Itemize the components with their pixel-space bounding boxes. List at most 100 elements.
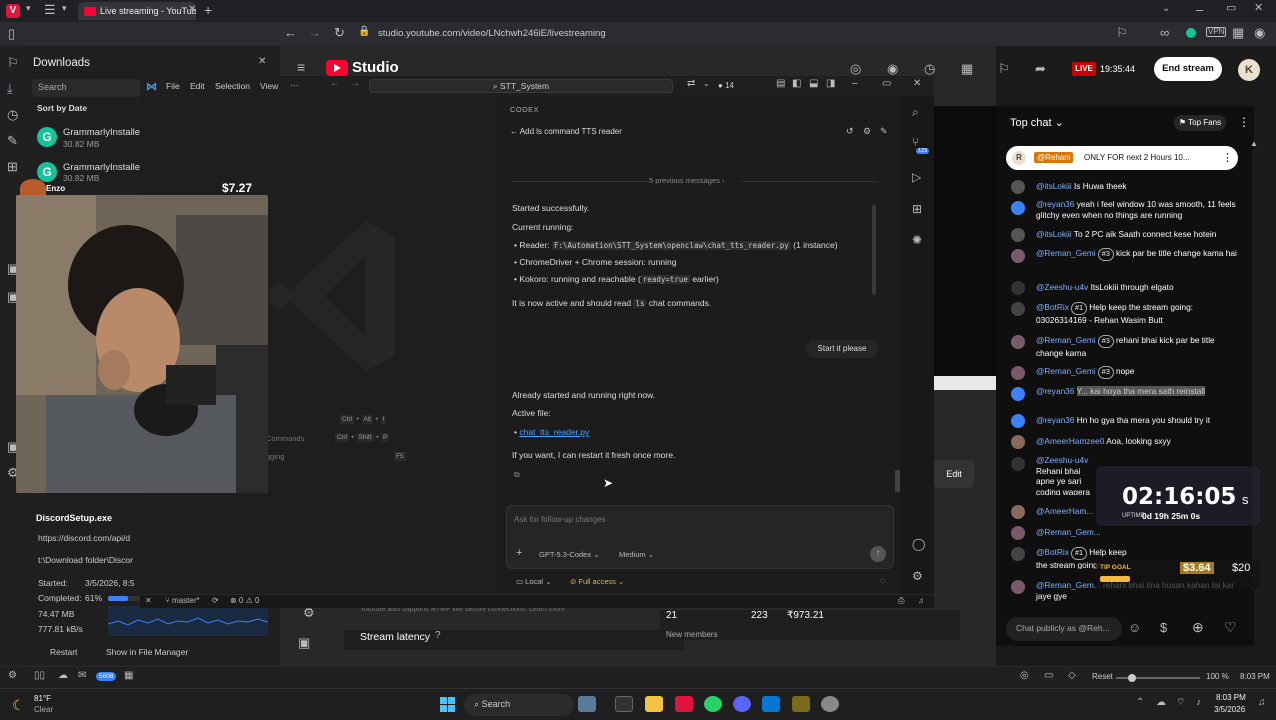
forward-icon[interactable]: →	[308, 26, 321, 39]
notification-count[interactable]: ● 14	[718, 81, 734, 90]
camera-icon[interactable]: ◎	[850, 62, 861, 75]
top-fans-button[interactable]: ⚑ Top Fans	[1174, 115, 1226, 131]
show-in-file-manager-button[interactable]: Show in File Manager	[106, 647, 188, 657]
capture-icon[interactable]: ◎	[1020, 671, 1029, 681]
profile-icon[interactable]: ◉	[1254, 26, 1265, 39]
scroll-up-icon[interactable]: ▲	[1250, 140, 1258, 148]
windows-start-icon[interactable]	[440, 697, 455, 712]
bookmarks-icon[interactable]: ⚐	[7, 56, 19, 69]
active-download-url[interactable]: https://discord.com/api/d	[38, 533, 138, 543]
edit-button[interactable]: Edit	[934, 460, 974, 488]
effort-selector[interactable]: Medium ⌄	[619, 550, 654, 559]
help-icon[interactable]: ?	[435, 631, 441, 641]
tab-stack-icon[interactable]: ☰	[44, 3, 56, 16]
file-explorer-icon[interactable]	[645, 696, 663, 712]
tile-icon[interactable]: ▭	[1044, 671, 1053, 681]
copilot-icon[interactable]: ⇄	[687, 79, 695, 89]
openai-icon[interactable]: ✺	[912, 234, 922, 246]
calendar-icon[interactable]: ▦	[961, 62, 973, 75]
active-download-name[interactable]: DiscordSetup.exe	[36, 513, 112, 523]
taskbar-date[interactable]: 3/5/2026	[1214, 705, 1245, 714]
minimize-icon[interactable]: –	[1196, 3, 1203, 16]
extensions-icon[interactable]: ⊞	[912, 203, 922, 215]
new-chat-icon[interactable]: ✎	[880, 127, 888, 136]
mail-icon[interactable]: ✉	[78, 671, 86, 681]
tiling-icon[interactable]: ▯▯	[34, 671, 45, 681]
download-item-name[interactable]: GrammarlyInstaller.	[63, 162, 145, 173]
tray-chevron-icon[interactable]: ⌃	[1136, 698, 1144, 708]
grammarly-icon[interactable]	[1186, 28, 1196, 38]
tab-list-icon[interactable]: ⌄	[1162, 4, 1170, 14]
menu-file[interactable]: File	[166, 81, 180, 91]
panel-toggle-icon[interactable]: ⚙	[8, 671, 17, 681]
page-actions-icon[interactable]: ◇	[1068, 671, 1076, 681]
copy-icon[interactable]: ⧉	[514, 471, 520, 479]
branch-indicator[interactable]: ⑂ master*	[165, 596, 200, 605]
chevron-down-icon[interactable]: ▾	[26, 4, 31, 13]
send-icon[interactable]: ↑	[870, 546, 886, 562]
calendar-icon[interactable]: ▦	[124, 671, 133, 681]
chat-input[interactable]: Chat publicly as @Reh...	[1006, 617, 1122, 641]
codex-thread-title[interactable]: ← Add ls command TTS reader	[510, 127, 622, 136]
vivaldi-taskbar-icon[interactable]	[675, 696, 693, 712]
back-icon[interactable]: ←	[330, 79, 340, 89]
previous-messages-toggle[interactable]: 5 previous messages ›	[649, 176, 724, 185]
maximize-icon[interactable]: ▭	[882, 79, 891, 89]
vivaldi-icon[interactable]: V	[6, 4, 20, 18]
more-options-icon[interactable]: ⋮	[1238, 116, 1250, 128]
bell-icon[interactable]: ♫	[918, 596, 924, 605]
add-icon[interactable]: ⊕	[1192, 620, 1204, 634]
url-field[interactable]: studio.youtube.com/video/LNchwh246iE/liv…	[372, 26, 1132, 42]
downloads-search-input[interactable]: Search	[32, 79, 140, 97]
discord-icon[interactable]	[733, 696, 751, 712]
file-link[interactable]: chat_tts_reader.py	[519, 427, 589, 437]
emoji-icon[interactable]: ☺	[1128, 621, 1141, 634]
timer-icon[interactable]: ◷	[924, 62, 935, 75]
more-options-icon[interactable]: ⋮	[1222, 151, 1233, 164]
translate-icon[interactable]: ⊞	[7, 160, 18, 173]
reload-icon[interactable]: ↻	[334, 26, 345, 39]
codex-scrollbar[interactable]	[895, 470, 900, 492]
code-scrollbar[interactable]	[872, 205, 876, 295]
new-tab-icon[interactable]: +	[204, 3, 212, 17]
hamburger-menu-icon[interactable]: ≡	[297, 60, 305, 74]
back-icon[interactable]: ←	[284, 26, 297, 39]
environment-selector[interactable]: ▭ Local ⌄	[516, 577, 551, 586]
source-control-icon[interactable]: ⑂	[912, 136, 919, 148]
model-selector[interactable]: GPT-5.3-Codex ⌄	[539, 550, 599, 559]
heart-icon[interactable]: ♡	[1224, 620, 1237, 634]
extensions-icon[interactable]: ▦	[1232, 26, 1244, 39]
menu-more[interactable]: ···	[290, 80, 299, 90]
zoom-reset-button[interactable]: Reset	[1092, 672, 1113, 681]
menu-view[interactable]: View	[260, 81, 278, 91]
menu-selection[interactable]: Selection	[215, 81, 250, 91]
cloud-icon[interactable]: ☁	[58, 671, 68, 681]
menu-edit[interactable]: Edit	[190, 81, 205, 91]
close-icon[interactable]: ✕	[913, 79, 921, 89]
downloads-icon[interactable]: ⤓	[7, 82, 13, 95]
chevron-down-icon[interactable]: ⌄	[703, 80, 710, 88]
close-panel-icon[interactable]: ✕	[258, 57, 266, 67]
wifi-icon[interactable]: ⌔	[1176, 698, 1185, 708]
layout-icon[interactable]: ▤	[776, 79, 785, 89]
restart-button[interactable]: Restart	[50, 647, 77, 657]
zoom-slider[interactable]	[1116, 674, 1200, 682]
terminal-icon[interactable]	[615, 696, 633, 712]
history-icon[interactable]: ◷	[7, 108, 18, 121]
vscode-taskbar-icon[interactable]	[762, 696, 780, 712]
sync-icon[interactable]: ⟳	[212, 596, 219, 605]
vpn-icon[interactable]: VPN	[1206, 27, 1227, 37]
channel-avatar[interactable]: K	[1238, 59, 1260, 81]
end-stream-button[interactable]: End stream	[1154, 57, 1222, 81]
forward-icon[interactable]: →	[350, 79, 360, 89]
close-window-icon[interactable]: ✕	[1254, 3, 1263, 14]
access-selector[interactable]: ⊘ Full access ⌄	[570, 577, 624, 586]
share-icon[interactable]: ➦	[1035, 62, 1046, 75]
close-tab-icon[interactable]: ✕	[188, 5, 196, 15]
add-icon[interactable]: +	[516, 548, 522, 559]
sidebar-toggle-icon[interactable]: ▯	[8, 27, 15, 40]
whatsapp-icon[interactable]	[704, 696, 722, 712]
manage-gear-icon[interactable]: ⚙	[912, 570, 923, 582]
history-icon[interactable]: ↺	[846, 127, 854, 136]
taskbar-app-icon[interactable]	[792, 696, 810, 712]
